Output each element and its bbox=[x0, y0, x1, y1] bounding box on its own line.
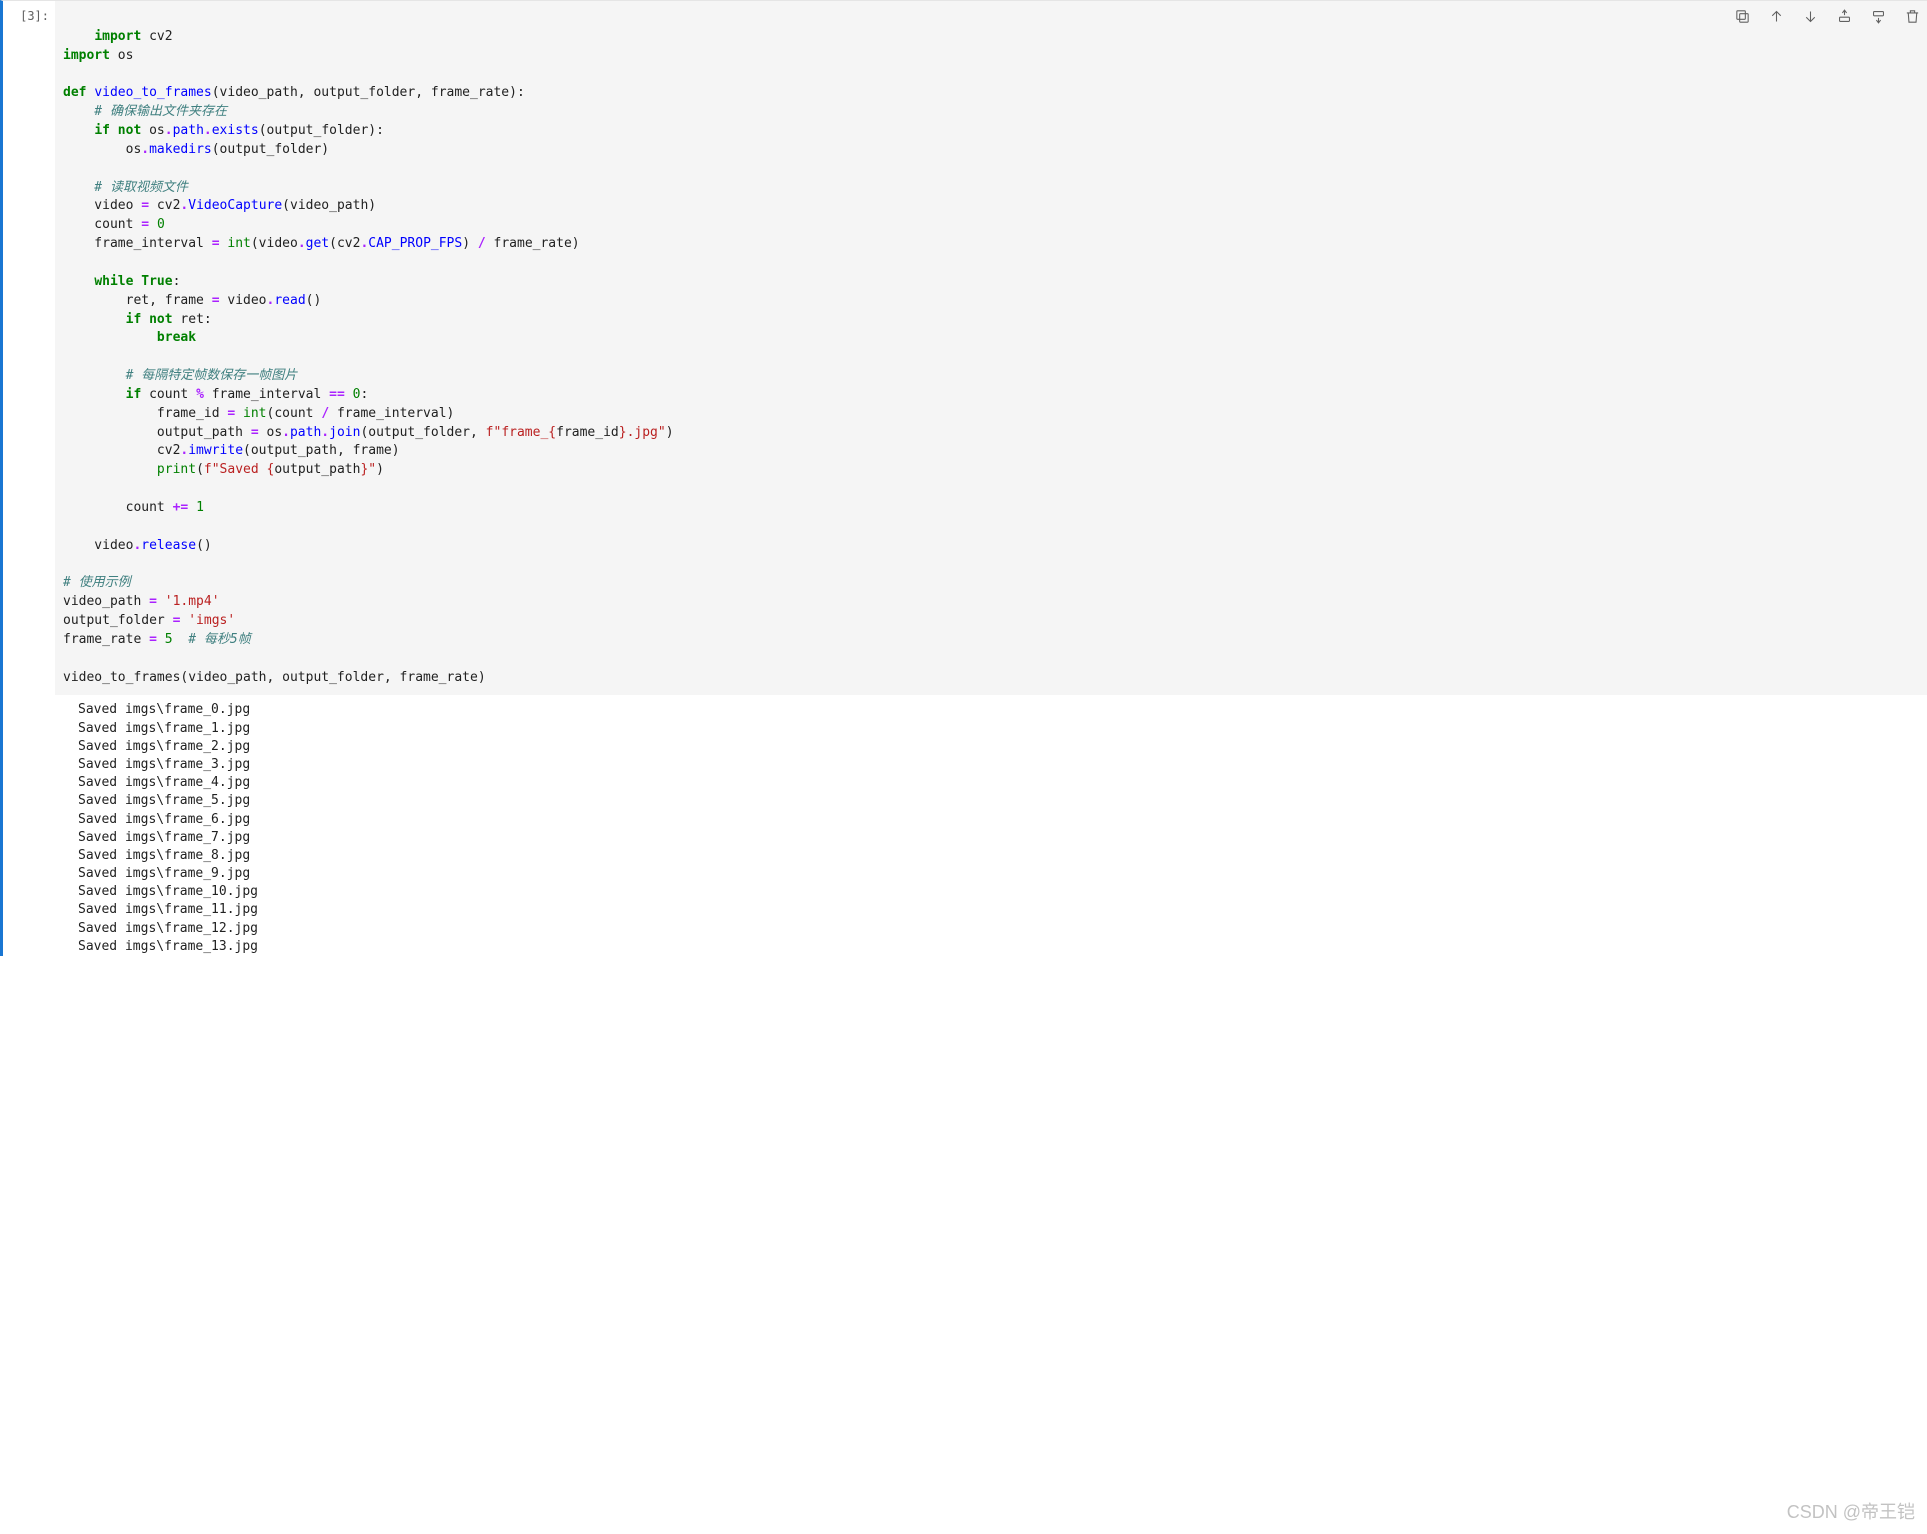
code-cell: [3]: import cv2 import os def video_to_f… bbox=[0, 0, 1927, 695]
insert-above-icon[interactable] bbox=[1835, 7, 1853, 25]
stdout-output: Saved imgs\frame_0.jpg Saved imgs\frame_… bbox=[70, 695, 1927, 956]
output-line: Saved imgs\frame_13.jpg bbox=[78, 939, 258, 954]
duplicate-icon[interactable] bbox=[1733, 7, 1751, 25]
output-prompt bbox=[3, 695, 55, 956]
output-line: Saved imgs\frame_8.jpg bbox=[78, 848, 250, 863]
output-cell: Saved imgs\frame_0.jpg Saved imgs\frame_… bbox=[0, 695, 1927, 956]
code-token: import bbox=[94, 29, 141, 44]
code-editor[interactable]: import cv2 import os def video_to_frames… bbox=[55, 1, 1927, 695]
prompt-label: [3]: bbox=[20, 9, 49, 23]
cell-toolbar bbox=[1733, 7, 1921, 25]
output-line: Saved imgs\frame_12.jpg bbox=[78, 921, 258, 936]
output-line: Saved imgs\frame_3.jpg bbox=[78, 757, 250, 772]
output-line: Saved imgs\frame_1.jpg bbox=[78, 721, 250, 736]
output-line: Saved imgs\frame_11.jpg bbox=[78, 902, 258, 917]
watermark: CSDN @帝王铠 bbox=[1787, 1498, 1915, 1524]
arrow-up-icon[interactable] bbox=[1767, 7, 1785, 25]
output-line: Saved imgs\frame_10.jpg bbox=[78, 884, 258, 899]
output-line: Saved imgs\frame_9.jpg bbox=[78, 866, 250, 881]
output-line: Saved imgs\frame_7.jpg bbox=[78, 830, 250, 845]
cell-execution-prompt: [3]: bbox=[3, 1, 55, 695]
output-line: Saved imgs\frame_5.jpg bbox=[78, 793, 250, 808]
output-line: Saved imgs\frame_6.jpg bbox=[78, 812, 250, 827]
output-line: Saved imgs\frame_4.jpg bbox=[78, 775, 250, 790]
arrow-down-icon[interactable] bbox=[1801, 7, 1819, 25]
insert-below-icon[interactable] bbox=[1869, 7, 1887, 25]
output-line: Saved imgs\frame_2.jpg bbox=[78, 739, 250, 754]
output-line: Saved imgs\frame_0.jpg bbox=[78, 702, 250, 717]
trash-icon[interactable] bbox=[1903, 7, 1921, 25]
